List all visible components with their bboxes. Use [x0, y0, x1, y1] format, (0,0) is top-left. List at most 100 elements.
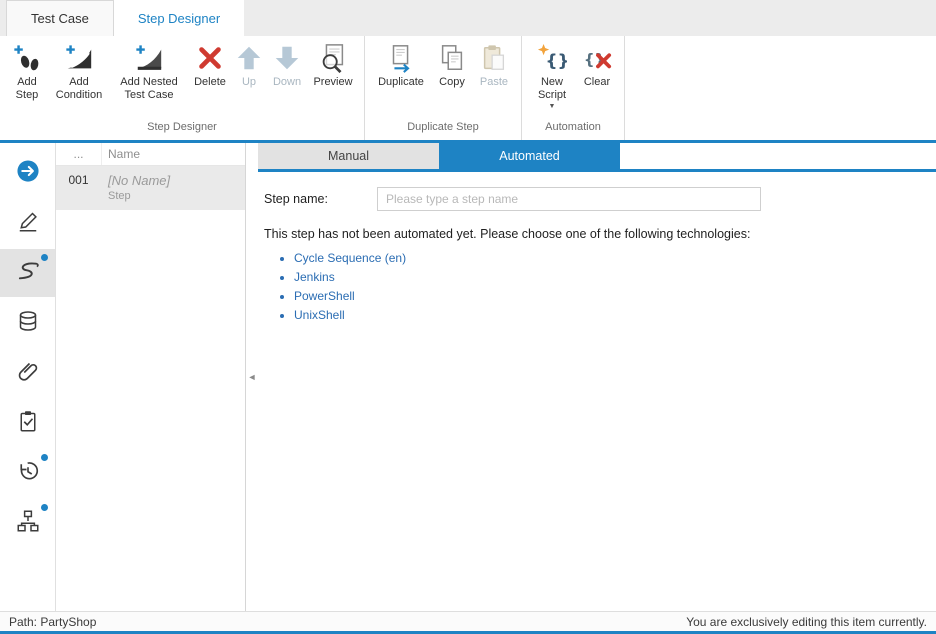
- notification-dot: [41, 454, 48, 461]
- step-list-header: ... Name: [56, 143, 245, 166]
- automation-info-text: This step has not been automated yet. Pl…: [264, 227, 926, 241]
- list-item: UnixShell: [294, 308, 926, 322]
- notification-dot: [41, 504, 48, 511]
- duplicate-label: Duplicate: [378, 76, 424, 89]
- ribbon-group-label-step-designer: Step Designer: [0, 118, 364, 140]
- history-clock-icon: [16, 459, 40, 488]
- tab-automated[interactable]: Automated: [439, 143, 620, 169]
- list-item: Cycle Sequence (en): [294, 251, 926, 265]
- panel-splitter[interactable]: ◄: [246, 143, 258, 611]
- delete-button[interactable]: Delete: [188, 40, 232, 116]
- database-icon: [16, 309, 40, 338]
- sidebar-item-edit[interactable]: [0, 199, 55, 247]
- step-editor: Manual Automated Step name: This step ha…: [258, 143, 936, 611]
- column-header-more: ...: [56, 143, 102, 165]
- tab-step-designer[interactable]: Step Designer: [114, 0, 244, 36]
- duplicate-icon: [386, 43, 416, 73]
- copy-button[interactable]: Copy: [431, 40, 473, 116]
- step-name-label: Step name:: [264, 192, 377, 206]
- new-script-button[interactable]: {} New Script ▼: [528, 40, 576, 116]
- ribbon-tabstrip: Test Case Step Designer: [0, 0, 936, 36]
- ribbon-buttons: {} New Script ▼ {} Clear: [522, 36, 624, 118]
- clipboard-check-icon: [16, 409, 40, 438]
- step-editor-tabs: Manual Automated: [258, 143, 936, 169]
- preview-button[interactable]: Preview: [308, 40, 358, 116]
- sidebar: [0, 143, 56, 611]
- delete-label: Delete: [194, 76, 226, 89]
- ribbon-group-duplicate-step: Duplicate Copy Paste Duplicate Step: [365, 36, 522, 140]
- paperclip-icon: [16, 359, 40, 388]
- technology-link-unixshell[interactable]: UnixShell: [294, 308, 345, 322]
- step-row-name: [No Name] Step: [102, 173, 245, 202]
- copy-icon: [437, 43, 467, 73]
- paste-icon: [479, 43, 509, 73]
- list-item: Jenkins: [294, 270, 926, 284]
- ribbon-group-label-duplicate-step: Duplicate Step: [365, 118, 521, 140]
- step-row-id: 001: [56, 173, 102, 202]
- add-nested-test-case-icon: [134, 43, 164, 73]
- ribbon-buttons: Duplicate Copy Paste: [365, 36, 521, 118]
- preview-label: Preview: [313, 76, 352, 89]
- add-step-icon: [12, 43, 42, 73]
- sidebar-item-hierarchy[interactable]: [0, 499, 55, 547]
- new-script-icon: {}: [537, 43, 567, 73]
- add-nested-test-case-button[interactable]: Add Nested Test Case: [110, 40, 188, 116]
- step-name-row: Step name:: [264, 187, 926, 211]
- step-name-input[interactable]: [377, 187, 761, 211]
- clear-script-label: Clear: [584, 76, 610, 89]
- technology-link-powershell[interactable]: PowerShell: [294, 289, 355, 303]
- down-arrow-icon: [272, 43, 302, 73]
- tab-test-case[interactable]: Test Case: [6, 0, 114, 36]
- copy-label: Copy: [439, 76, 465, 89]
- sidebar-item-steps[interactable]: [0, 249, 55, 297]
- status-path: Path: PartyShop: [9, 615, 96, 629]
- add-nested-test-case-label: Add Nested Test Case: [110, 76, 188, 102]
- add-step-label: Add Step: [6, 76, 48, 102]
- duplicate-button[interactable]: Duplicate: [371, 40, 431, 116]
- notification-dot: [41, 254, 48, 261]
- move-up-label: Up: [242, 76, 256, 89]
- new-script-dropdown-icon[interactable]: ▼: [549, 103, 556, 111]
- main-area: ... Name 001 [No Name] Step ◄ Manual Aut…: [0, 143, 936, 611]
- list-item: PowerShell: [294, 289, 926, 303]
- delete-icon: [195, 43, 225, 73]
- move-up-button: Up: [232, 40, 266, 116]
- collapse-arrow-icon[interactable]: ◄: [248, 372, 257, 382]
- new-script-label: New Script: [528, 76, 576, 102]
- move-down-button: Down: [266, 40, 308, 116]
- hierarchy-icon: [16, 509, 40, 538]
- add-step-button[interactable]: Add Step: [6, 40, 48, 116]
- step-row-type-text: Step: [108, 190, 245, 202]
- ribbon: Add Step Add Condition Add Nested Test C…: [0, 36, 936, 140]
- add-condition-icon: [64, 43, 94, 73]
- app-window: Test Case Step Designer Add Step Add Con…: [0, 0, 936, 634]
- paste-label: Paste: [480, 76, 508, 89]
- sidebar-item-history[interactable]: [0, 449, 55, 497]
- sidebar-item-checklist[interactable]: [0, 399, 55, 447]
- status-bar: Path: PartyShop You are exclusively edit…: [0, 611, 936, 631]
- sidebar-item-navigate[interactable]: [0, 149, 55, 197]
- preview-icon: [318, 43, 348, 73]
- sidebar-item-attachments[interactable]: [0, 349, 55, 397]
- add-condition-button[interactable]: Add Condition: [48, 40, 110, 116]
- ribbon-group-step-designer: Add Step Add Condition Add Nested Test C…: [0, 36, 365, 140]
- column-header-name: Name: [102, 147, 245, 161]
- ribbon-group-automation: {} New Script ▼ {} Clear Automation: [522, 36, 625, 140]
- step-list-row[interactable]: 001 [No Name] Step: [56, 166, 245, 210]
- step-list-panel: ... Name 001 [No Name] Step: [56, 143, 246, 611]
- clear-script-icon: {}: [582, 43, 612, 73]
- sidebar-item-data[interactable]: [0, 299, 55, 347]
- paste-button: Paste: [473, 40, 515, 116]
- technology-link-cycle-sequence[interactable]: Cycle Sequence (en): [294, 251, 406, 265]
- automated-tab-body: Step name: This step has not been automa…: [258, 172, 936, 611]
- clear-script-button[interactable]: {} Clear: [576, 40, 618, 116]
- ribbon-group-label-automation: Automation: [522, 118, 624, 140]
- edit-pencil-icon: [16, 209, 40, 238]
- step-row-name-text: [No Name]: [108, 173, 245, 188]
- tab-manual[interactable]: Manual: [258, 143, 439, 169]
- status-editing-message: You are exclusively editing this item cu…: [686, 615, 927, 629]
- move-down-label: Down: [273, 76, 301, 89]
- technology-link-jenkins[interactable]: Jenkins: [294, 270, 335, 284]
- step-sequence-icon: [15, 258, 41, 289]
- up-arrow-icon: [234, 43, 264, 73]
